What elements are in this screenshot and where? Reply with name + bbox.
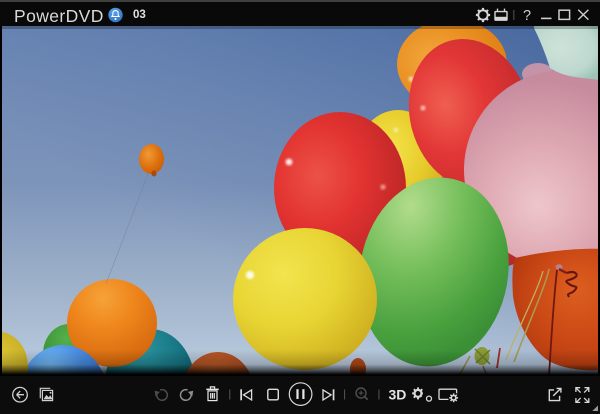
svg-text:?: ? [523, 8, 531, 24]
svg-text:3D: 3D [389, 386, 407, 402]
